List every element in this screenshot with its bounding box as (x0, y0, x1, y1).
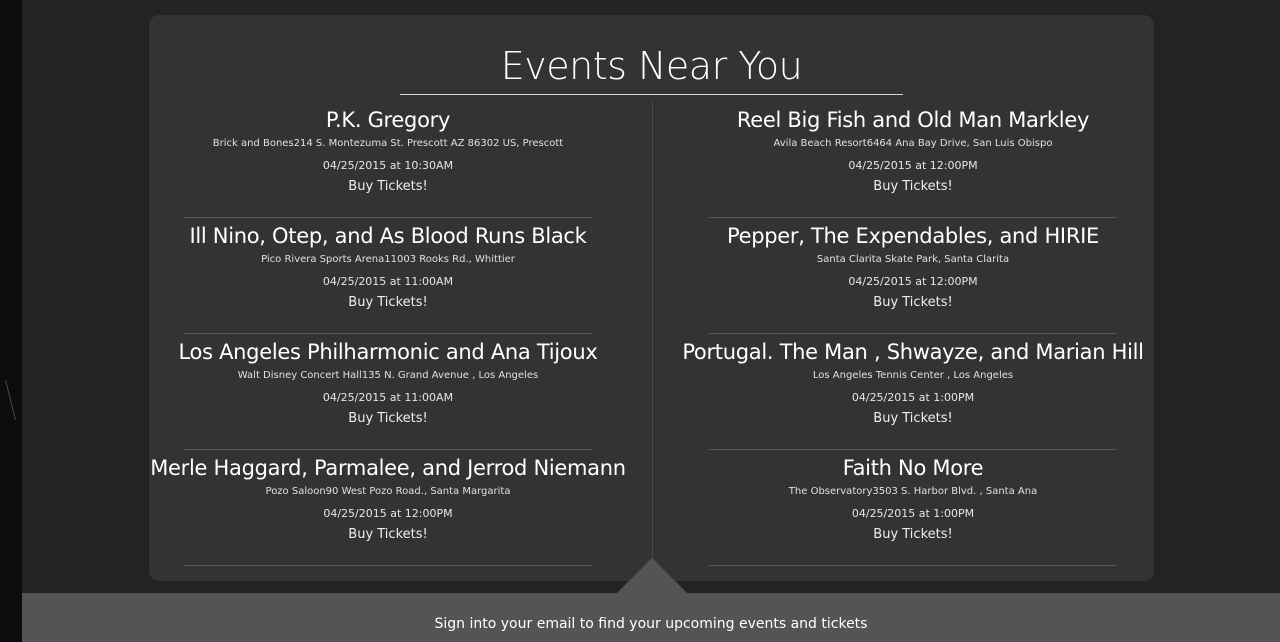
event-name: Merle Haggard, Parmalee, and Jerrod Niem… (150, 456, 626, 480)
event-card: Pepper, The Expendables, and HIRIE Santa… (709, 218, 1117, 334)
event-name: P.K. Gregory (325, 108, 451, 132)
buy-tickets-link[interactable]: Buy Tickets! (184, 294, 592, 312)
email-signin-link[interactable]: Sign into your email to find your upcomi… (22, 615, 1280, 633)
event-venue: Los Angeles Tennis Center , Los Angeles (812, 370, 1014, 381)
event-venue: Pozo Saloon90 West Pozo Road., Santa Mar… (265, 486, 511, 497)
event-date: 04/25/2015 at 11:00AM (322, 275, 454, 288)
event-date: 04/25/2015 at 11:00AM (322, 391, 454, 404)
event-date: 04/25/2015 at 10:30AM (322, 159, 454, 172)
events-column-right: Reel Big Fish and Old Man Markley Avila … (682, 102, 1144, 566)
footer-bar: Sign into your email to find your upcomi… (22, 593, 1280, 642)
event-card: P.K. Gregory Brick and Bones214 S. Monte… (184, 102, 592, 218)
event-name: Los Angeles Philharmonic and Ana Tijoux (178, 340, 598, 364)
event-card: Faith No More The Observatory3503 S. Har… (709, 450, 1117, 566)
buy-tickets-link[interactable]: Buy Tickets! (184, 178, 592, 196)
event-venue: Brick and Bones214 S. Montezuma St. Pres… (212, 138, 564, 149)
event-card: Los Angeles Philharmonic and Ana Tijoux … (179, 334, 598, 450)
buy-tickets-link[interactable]: Buy Tickets! (709, 178, 1117, 196)
event-venue: The Observatory3503 S. Harbor Blvd. , Sa… (788, 486, 1038, 497)
event-card: Reel Big Fish and Old Man Markley Avila … (709, 102, 1117, 218)
left-edge-strip (0, 0, 28, 642)
event-name: Reel Big Fish and Old Man Markley (736, 108, 1090, 132)
column-divider (652, 102, 653, 572)
event-name: Ill Nino, Otep, and As Blood Runs Black (189, 224, 587, 248)
event-name: Pepper, The Expendables, and HIRIE (727, 224, 1099, 248)
event-date: 04/25/2015 at 1:00PM (851, 391, 975, 404)
title-divider (400, 94, 903, 95)
event-date: 04/25/2015 at 1:00PM (851, 507, 975, 520)
event-card: Ill Nino, Otep, and As Blood Runs Black … (184, 218, 592, 334)
event-date: 04/25/2015 at 12:00PM (848, 159, 978, 172)
event-date: 04/25/2015 at 12:00PM (323, 507, 453, 520)
buy-tickets-link[interactable]: Buy Tickets! (709, 526, 1117, 544)
event-name: Faith No More (842, 456, 984, 480)
events-column-left: P.K. Gregory Brick and Bones214 S. Monte… (150, 102, 626, 566)
event-name: Portugal. The Man , Shwayze, and Marian … (682, 340, 1144, 364)
events-panel: Events Near You P.K. Gregory Brick and B… (149, 15, 1154, 581)
buy-tickets-link[interactable]: Buy Tickets! (709, 294, 1117, 312)
page-title: Events Near You (500, 44, 803, 88)
event-venue: Avila Beach Resort6464 Ana Bay Drive, Sa… (773, 138, 1053, 149)
event-venue: Santa Clarita Skate Park, Santa Clarita (816, 254, 1010, 265)
event-venue: Walt Disney Concert Hall135 N. Grand Ave… (237, 370, 539, 381)
event-date: 04/25/2015 at 12:00PM (848, 275, 978, 288)
footer-notch (617, 558, 687, 593)
buy-tickets-link[interactable]: Buy Tickets! (184, 526, 592, 544)
event-card: Portugal. The Man , Shwayze, and Marian … (682, 334, 1144, 450)
buy-tickets-link[interactable]: Buy Tickets! (184, 410, 592, 428)
event-venue: Pico Rivera Sports Arena11003 Rooks Rd.,… (261, 254, 515, 265)
event-card: Merle Haggard, Parmalee, and Jerrod Niem… (150, 450, 626, 566)
buy-tickets-link[interactable]: Buy Tickets! (709, 410, 1117, 428)
